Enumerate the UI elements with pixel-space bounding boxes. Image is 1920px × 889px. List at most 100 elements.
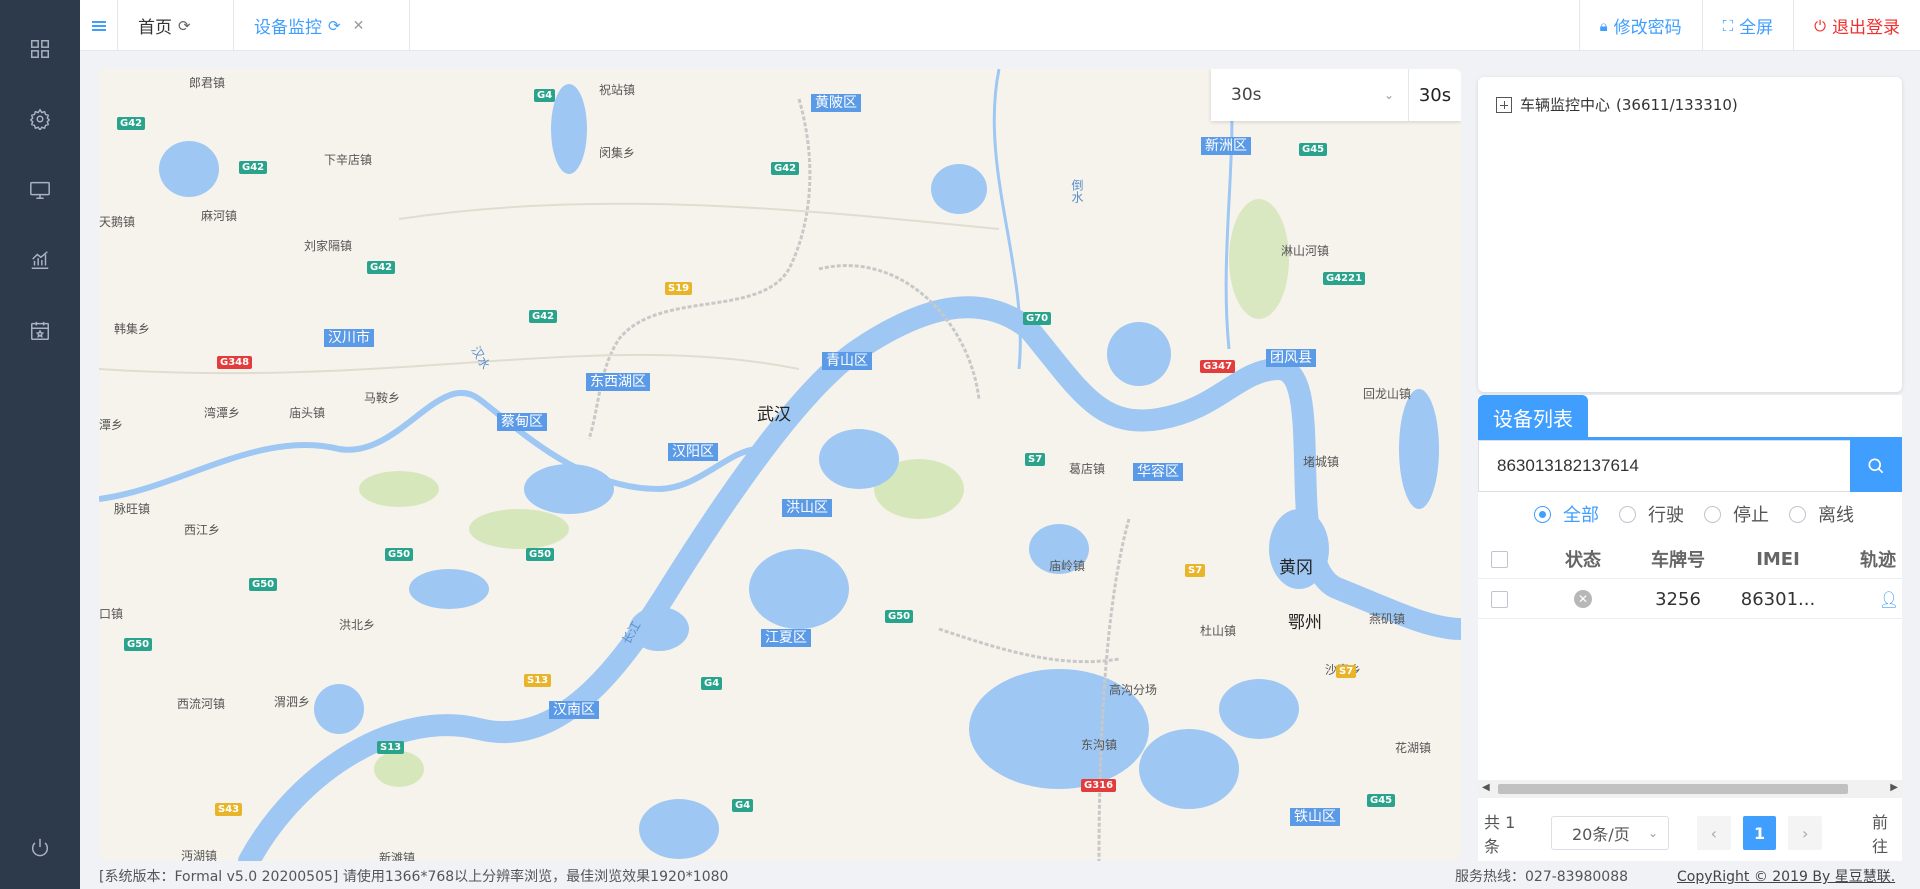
logout-button[interactable]: ⏻ 退出登录 xyxy=(1793,0,1920,51)
map-view[interactable]: 郎君镇 祝站镇 闵集乡 下辛店镇 天鹅镇 麻河镇 刘家隔镇 韩集乡 马鞍乡 庙头… xyxy=(99,69,1461,861)
district-label: 江夏区 xyxy=(761,629,811,647)
city-label: 鄂州 xyxy=(1288,613,1322,633)
road-shield: G347 xyxy=(1200,360,1236,373)
menu-toggle-icon[interactable] xyxy=(80,0,118,51)
place-label: 燕矶镇 xyxy=(1369,612,1406,626)
district-label: 团风县 xyxy=(1266,349,1316,367)
device-table: 状态 车牌号 IMEI 轨迹 ✕ 3256 86301... 👤︎ xyxy=(1478,539,1902,619)
place-label: 堵城镇 xyxy=(1303,455,1340,469)
column-header[interactable]: 车牌号 xyxy=(1628,539,1728,579)
map-base-layer xyxy=(99,69,1461,861)
place-label: 祝站镇 xyxy=(599,83,636,97)
scroll-left-icon[interactable]: ◀ xyxy=(1482,782,1490,793)
fullscreen-label: 全屏 xyxy=(1739,18,1774,38)
place-label: 花湖镇 xyxy=(1395,741,1432,755)
place-label: 韩集乡 xyxy=(114,322,151,336)
city-label: 黄冈 xyxy=(1279,558,1313,578)
monitor-icon[interactable] xyxy=(28,178,52,202)
place-label: 闵集乡 xyxy=(599,146,636,160)
column-header[interactable]: IMEI xyxy=(1728,539,1828,579)
dashboard-icon[interactable] xyxy=(28,37,52,61)
expand-icon[interactable] xyxy=(1496,96,1512,113)
filter-offline[interactable]: 离线 xyxy=(1789,501,1854,527)
change-password-button[interactable]: 🔒︎ 修改密码 xyxy=(1578,0,1702,51)
table-row[interactable]: ✕ 3256 86301... 👤︎ xyxy=(1478,579,1902,619)
filter-driving[interactable]: 行驶 xyxy=(1619,501,1684,527)
road-shield: G42 xyxy=(117,117,146,130)
row-checkbox[interactable] xyxy=(1490,590,1508,608)
device-search-input[interactable] xyxy=(1478,440,1850,492)
prev-page-button[interactable]: ‹ xyxy=(1697,816,1731,850)
logout-label: 退出登录 xyxy=(1832,18,1900,38)
tab-home[interactable]: 首页 ⟳ xyxy=(118,0,234,51)
search-button[interactable] xyxy=(1850,440,1902,492)
road-shield: S13 xyxy=(524,674,552,687)
top-actions: 🔒︎ 修改密码 ⛶ 全屏 ⏻ 退出登录 xyxy=(1578,0,1920,51)
road-shield: G4 xyxy=(534,89,556,102)
fullscreen-button[interactable]: ⛶ 全屏 xyxy=(1701,0,1794,51)
copyright-link[interactable]: CopyRight © 2019 By 星豆慧联. xyxy=(1677,866,1895,886)
place-label: 郎君镇 xyxy=(189,76,226,90)
page-number-button[interactable]: 1 xyxy=(1742,816,1777,850)
road-shield: G70 xyxy=(1023,312,1052,325)
filter-all[interactable]: 全部 xyxy=(1534,501,1599,527)
place-label: 新滩镇 xyxy=(379,851,416,861)
radio-icon xyxy=(1619,505,1636,523)
tab-device-monitor[interactable]: 设备监控 ⟳ ✕ xyxy=(234,0,410,51)
table-header: 状态 车牌号 IMEI 轨迹 xyxy=(1478,539,1902,579)
device-search xyxy=(1478,440,1902,492)
refresh-icon[interactable]: ⟳ xyxy=(328,17,341,35)
road-shield: S7 xyxy=(1185,564,1206,577)
road-shield: G4221 xyxy=(1323,272,1366,285)
tree-root-node[interactable]: 车辆监控中心 (36611/133310) xyxy=(1496,94,1738,115)
track-icon[interactable]: 👤︎ xyxy=(1879,590,1899,609)
page-size-select[interactable]: 20条/页 ⌄ xyxy=(1550,816,1670,850)
column-header[interactable]: 状态 xyxy=(1538,539,1628,579)
road-shield: G42 xyxy=(239,161,268,174)
filter-label: 全部 xyxy=(1563,505,1599,526)
filter-stopped[interactable]: 停止 xyxy=(1704,501,1769,527)
road-shield: G42 xyxy=(771,162,800,175)
horizontal-scrollbar[interactable]: ◀ ▶ xyxy=(1478,780,1902,798)
place-label: 杜山镇 xyxy=(1200,624,1237,638)
refresh-interval-select[interactable]: 30s ⌄ xyxy=(1211,69,1409,121)
scroll-right-icon[interactable]: ▶ xyxy=(1890,782,1898,793)
district-label: 铁山区 xyxy=(1290,808,1340,826)
refresh-icon[interactable]: ⟳ xyxy=(178,17,191,35)
power-icon[interactable] xyxy=(28,836,52,860)
road-shield: G316 xyxy=(1081,779,1117,792)
road-shield: G50 xyxy=(124,638,153,651)
radio-icon xyxy=(1534,505,1551,523)
road-shield: G50 xyxy=(385,548,414,561)
road-shield: G50 xyxy=(526,548,555,561)
chevron-right-icon: › xyxy=(1802,823,1809,843)
place-label: 刘家隔镇 xyxy=(304,239,353,253)
top-bar: 首页 ⟳ 设备监控 ⟳ ✕ 🔒︎ 修改密码 ⛶ 全屏 ⏻ 退出登录 xyxy=(80,0,1920,51)
district-label: 新洲区 xyxy=(1201,137,1251,155)
select-all-checkbox[interactable] xyxy=(1490,550,1508,568)
place-label: 渭泗乡 xyxy=(274,695,311,709)
place-label: 庙头镇 xyxy=(289,406,326,420)
chevron-down-icon: ⌄ xyxy=(1647,826,1659,840)
total-count: 共 1 条 xyxy=(1484,813,1516,856)
device-list-panel: 设备列表 全部 行驶 停止 离线 状态 车牌号 IMEI 轨迹 ✕ 3256 8… xyxy=(1478,395,1902,861)
chart-icon[interactable] xyxy=(28,248,52,272)
vehicle-tree-panel: 车辆监控中心 (36611/133310) xyxy=(1478,77,1902,392)
calendar-icon[interactable] xyxy=(28,319,52,343)
place-label: 麻河镇 xyxy=(201,209,238,223)
settings-icon[interactable] xyxy=(28,107,52,131)
tab-device-list[interactable]: 设备列表 xyxy=(1478,395,1588,439)
district-label: 汉阳区 xyxy=(668,443,718,461)
filter-label: 离线 xyxy=(1818,505,1854,526)
lock-icon: 🔒︎ xyxy=(1599,16,1608,35)
close-icon[interactable]: ✕ xyxy=(353,18,365,34)
place-label: 回龙山镇 xyxy=(1363,387,1412,401)
road-shield: G50 xyxy=(885,610,914,623)
refresh-countdown: 30s xyxy=(1418,84,1452,106)
district-label: 东西湖区 xyxy=(586,373,650,391)
next-page-button[interactable]: › xyxy=(1788,816,1823,850)
sidebar xyxy=(0,0,80,889)
scrollbar-thumb[interactable] xyxy=(1498,784,1848,794)
column-header[interactable]: 轨迹 xyxy=(1860,539,1920,579)
radio-icon xyxy=(1789,505,1806,523)
